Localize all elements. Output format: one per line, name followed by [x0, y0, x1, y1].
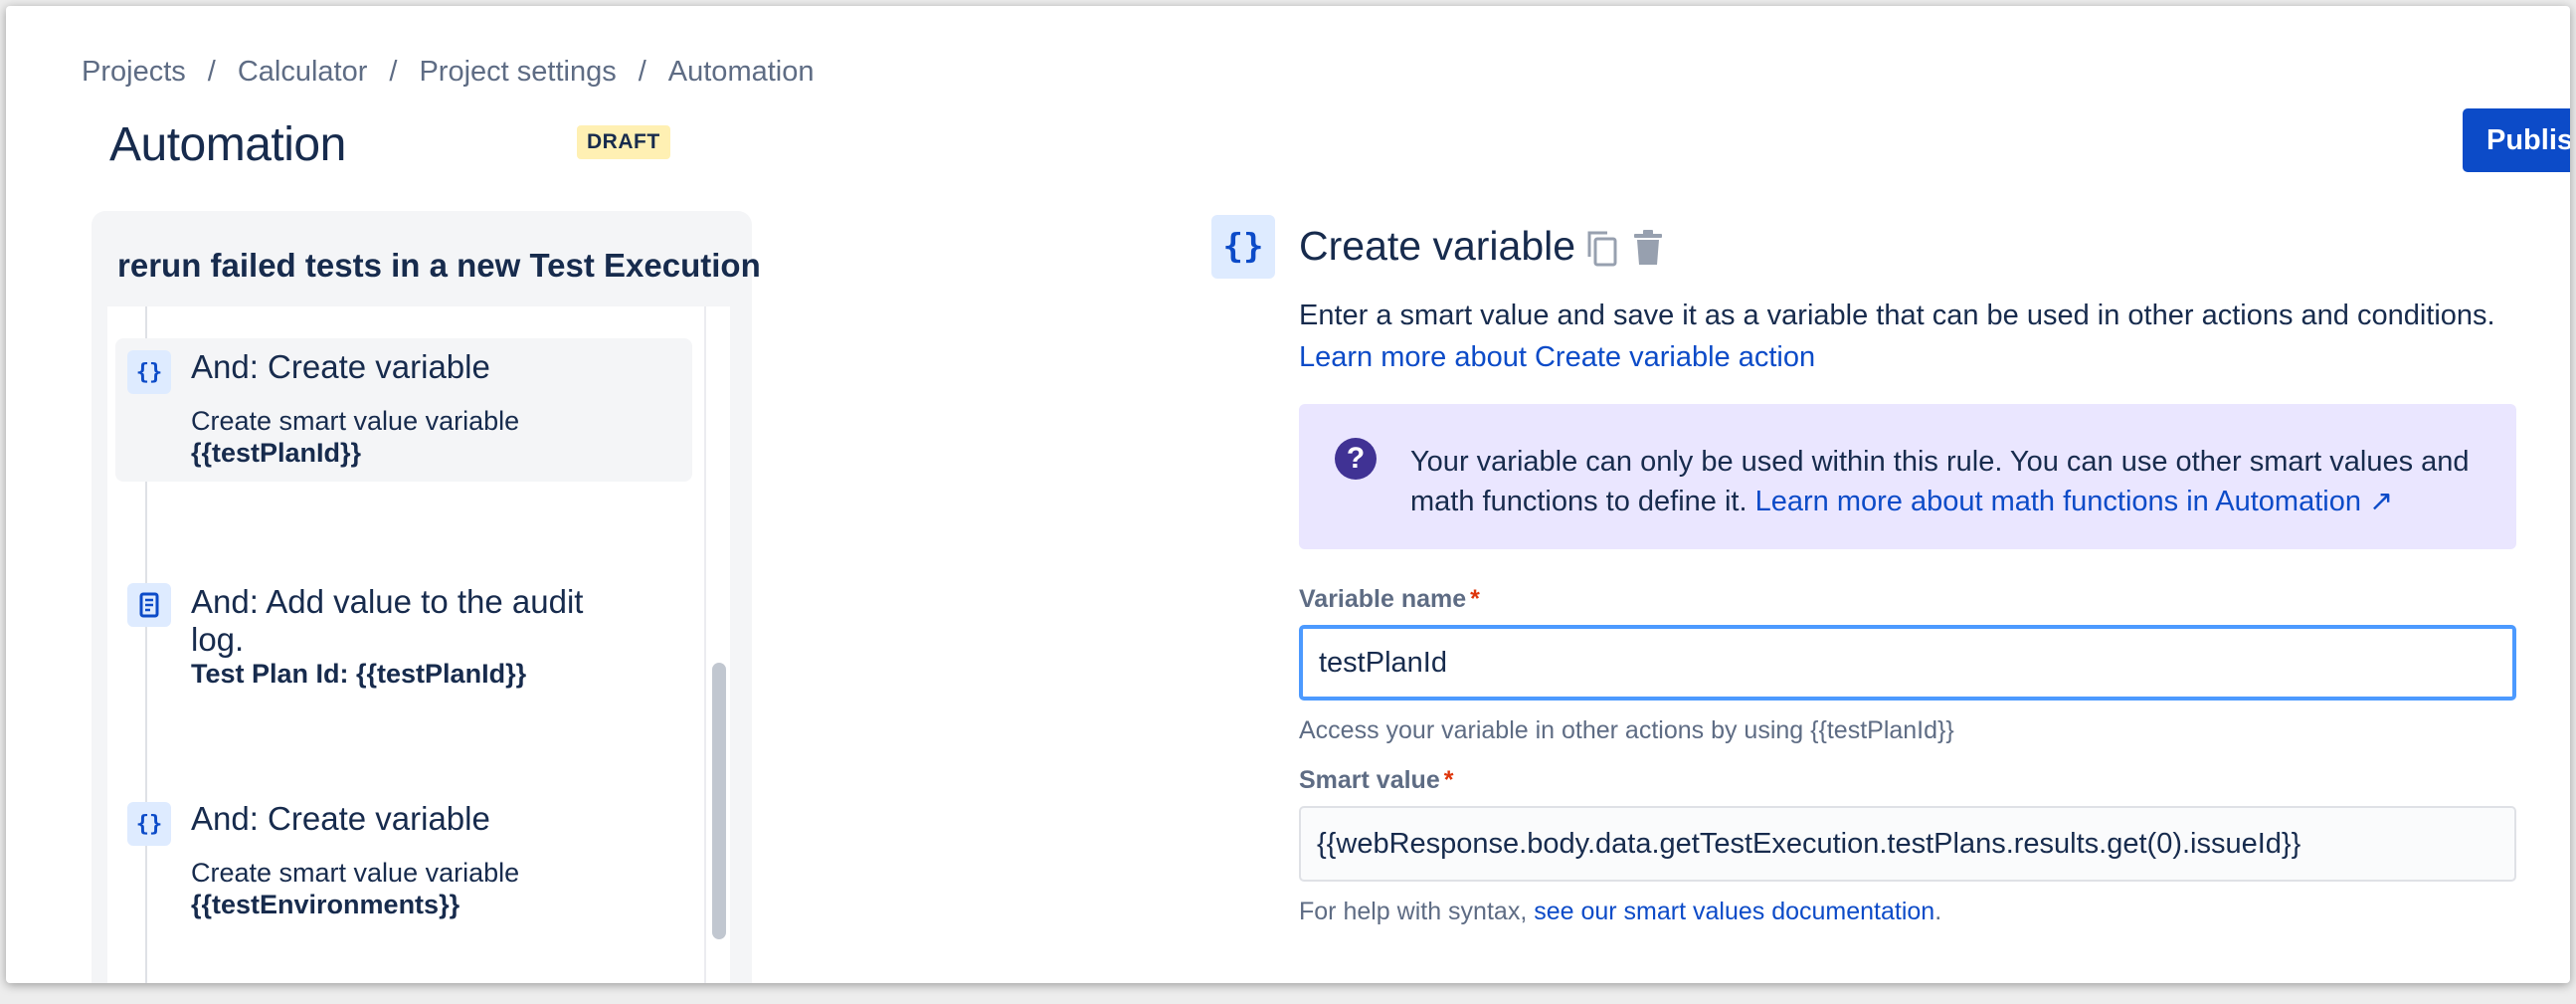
- smart-value-label: Smart value *: [1299, 766, 1453, 795]
- step-heading: And: Create variable: [191, 800, 490, 837]
- smart-value-label-text: Smart value: [1299, 766, 1440, 794]
- info-text: Your variable can only be used within th…: [1410, 442, 2484, 521]
- rule-name[interactable]: rerun failed tests in a new Test Executi…: [117, 247, 761, 285]
- rule-step-list: {} And: Create variable Create smart val…: [107, 306, 708, 983]
- step-variable-name: {{testEnvironments}}: [191, 890, 460, 919]
- page-title: Automation: [109, 118, 346, 171]
- step-heading-line-2: log.: [191, 621, 245, 658]
- breadcrumb-automation[interactable]: Automation: [668, 56, 815, 89]
- smart-values-docs-link[interactable]: see our smart values documentation: [1534, 898, 1934, 925]
- step-variable-name: {{testPlanId}}: [191, 438, 362, 468]
- scrollbar-thumb[interactable]: [712, 663, 726, 939]
- variable-name-label: Variable name *: [1299, 585, 1480, 614]
- info-panel: ? Your variable can only be used within …: [1299, 404, 2516, 549]
- smart-value-helper: For help with syntax, see our smart valu…: [1299, 898, 1941, 926]
- breadcrumb-calculator[interactable]: Calculator: [238, 56, 368, 89]
- smart-value-value: {{webResponse.body.data.getTestExecution…: [1317, 827, 2301, 860]
- config-title: Create variable: [1299, 223, 1576, 269]
- variable-name-label-text: Variable name: [1299, 585, 1467, 613]
- curly-braces-icon: {}: [1211, 215, 1275, 279]
- variable-name-input[interactable]: testPlanId: [1299, 625, 2516, 701]
- learn-more-create-variable-link[interactable]: Learn more about Create variable action: [1299, 341, 1815, 374]
- status-badge: DRAFT: [577, 125, 670, 159]
- breadcrumb-projects[interactable]: Projects: [82, 56, 186, 89]
- rule-step-audit-log[interactable]: And: Add value to the audit log. Test Pl…: [115, 559, 692, 708]
- required-mark: *: [1443, 766, 1454, 794]
- smart-value-helper-suffix: .: [1934, 898, 1942, 925]
- breadcrumb-separator: /: [638, 56, 646, 88]
- variable-name-value: testPlanId: [1319, 646, 1447, 679]
- smart-value-helper-prefix: For help with syntax,: [1299, 898, 1535, 925]
- question-icon: ?: [1335, 438, 1377, 480]
- document-icon: [127, 583, 171, 627]
- learn-more-math-functions-link[interactable]: Learn more about math functions in Autom…: [1755, 486, 2394, 517]
- smart-value-input[interactable]: {{webResponse.body.data.getTestExecution…: [1299, 806, 2516, 882]
- step-heading-line-1: And: Add value to the audit: [191, 583, 584, 620]
- rule-step-create-variable-selected[interactable]: {} And: Create variable Create smart val…: [115, 338, 692, 482]
- app-window: Projects / Calculator / Project settings…: [6, 6, 2570, 983]
- variable-name-helper: Access your variable in other actions by…: [1299, 716, 1954, 744]
- breadcrumb: Projects / Calculator / Project settings…: [82, 56, 814, 89]
- copy-icon[interactable]: [1585, 229, 1619, 272]
- breadcrumb-separator: /: [389, 56, 398, 88]
- rule-panel: rerun failed tests in a new Test Executi…: [92, 211, 761, 983]
- curly-braces-icon: {}: [127, 802, 171, 846]
- breadcrumb-project-settings[interactable]: Project settings: [419, 56, 616, 89]
- list-divider: [704, 306, 706, 983]
- step-audit-value: Test Plan Id: {{testPlanId}}: [191, 659, 527, 689]
- curly-braces-icon: {}: [127, 350, 171, 394]
- step-description: Create smart value variable: [191, 406, 520, 436]
- step-description: Create smart value variable: [191, 858, 520, 888]
- publish-button[interactable]: Publish: [2463, 108, 2570, 172]
- rule-step-create-variable[interactable]: {} And: Create variable Create smart val…: [115, 790, 692, 933]
- step-heading: And: Create variable: [191, 348, 490, 385]
- trash-icon[interactable]: [1631, 229, 1665, 272]
- config-description: Enter a smart value and save it as a var…: [1299, 300, 2495, 331]
- required-mark: *: [1470, 585, 1480, 613]
- document-icon-svg: [139, 592, 159, 618]
- breadcrumb-separator: /: [207, 56, 216, 88]
